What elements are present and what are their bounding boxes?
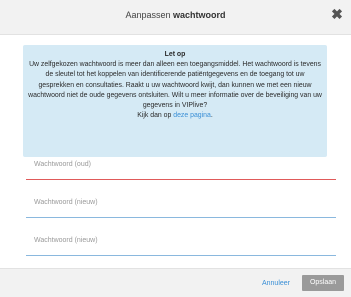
new-password-field[interactable]: Wachtwoord (nieuw) <box>26 196 336 218</box>
old-password-field[interactable]: Wachtwoord (oud) <box>26 158 336 180</box>
repeat-password-field[interactable]: Wachtwoord (nieuw) <box>26 234 336 256</box>
save-button[interactable]: Opslaan <box>302 275 344 291</box>
close-icon[interactable]: ✖ <box>330 7 344 21</box>
repeat-password-underline <box>26 255 336 256</box>
warning-notice: Let op Uw zelfgekozen wachtwoord is meer… <box>23 45 327 157</box>
dialog-footer: Annuleer Opslaan <box>0 268 351 297</box>
dialog-title-prefix: Aanpassen <box>125 10 171 20</box>
dialog-header: Aanpassen wachtwoord ✖ <box>0 0 351 35</box>
new-password-placeholder: Wachtwoord (nieuw) <box>34 199 98 206</box>
notice-link-line: Kijk dan op deze pagina. <box>27 111 323 121</box>
new-password-underline <box>26 217 336 218</box>
cancel-button[interactable]: Annuleer <box>262 280 290 287</box>
notice-link-prefix: Kijk dan op <box>137 112 172 120</box>
info-page-link[interactable]: deze pagina <box>173 112 211 119</box>
old-password-placeholder: Wachtwoord (oud) <box>34 161 91 168</box>
change-password-dialog: Aanpassen wachtwoord ✖ Let op Uw zelfgek… <box>0 0 351 297</box>
old-password-underline <box>26 179 336 180</box>
dialog-title: Aanpassen wachtwoord <box>0 10 351 20</box>
repeat-password-placeholder: Wachtwoord (nieuw) <box>34 237 98 244</box>
notice-title: Let op <box>164 51 186 58</box>
notice-body: Uw zelfgekozen wachtwoord is meer dan al… <box>28 61 322 110</box>
dialog-title-bold: wachtwoord <box>173 10 226 20</box>
notice-link-suffix: . <box>210 112 213 120</box>
